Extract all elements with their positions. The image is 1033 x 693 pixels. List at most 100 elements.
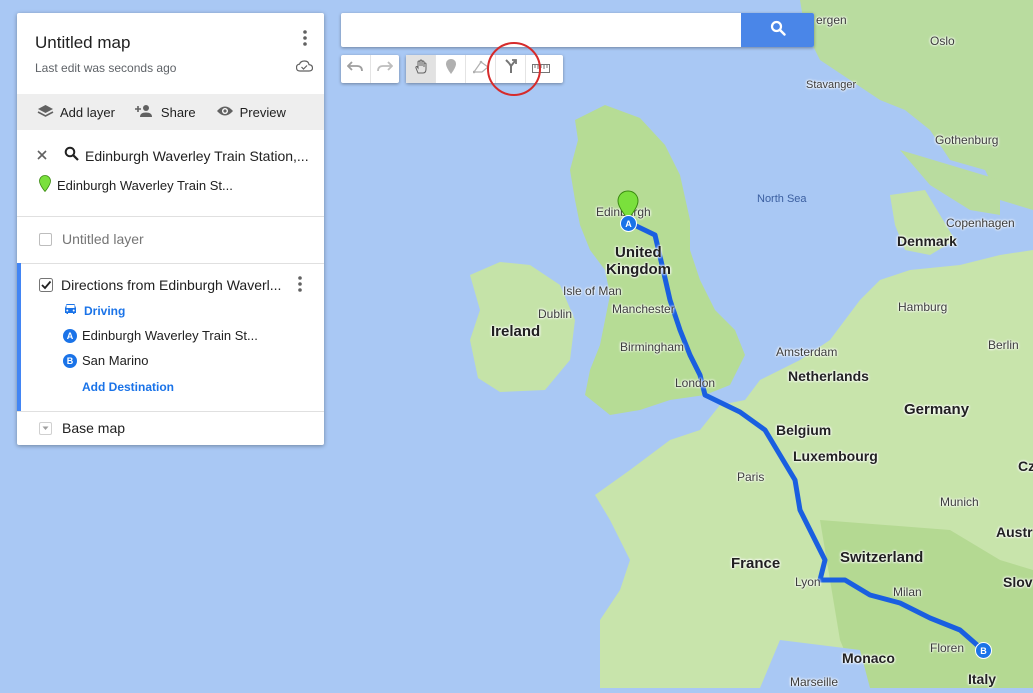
map-label-gothenburg: Gothenburg [935, 133, 999, 147]
undo-icon [346, 60, 364, 78]
map-label-birmingham: Birmingham [620, 340, 685, 354]
map-label-kingdom: Kingdom [606, 261, 671, 278]
preview-label: Preview [239, 104, 286, 120]
map-panel: Untitled map Last edit was seconds ago A… [17, 13, 324, 445]
map-tools-toolbar [406, 55, 563, 83]
draw-line-icon [472, 60, 489, 79]
route-stop-b[interactable]: B San Marino [63, 353, 148, 368]
layer-untitled-label: Untitled layer [62, 231, 144, 247]
search-result-header: Edinburgh Waverley Train Station,... [37, 146, 317, 166]
stop-a-icon: A [63, 328, 77, 343]
stop-a-label: Edinburgh Waverley Train St... [82, 328, 258, 343]
map-label-munich: Munich [940, 495, 979, 509]
route-marker-a[interactable]: A [620, 215, 637, 232]
add-layer-button[interactable]: Add layer [37, 104, 115, 121]
layer-untitled-checkbox[interactable] [39, 232, 52, 246]
map-label-oslo: Oslo [930, 34, 955, 48]
map-label-belgium: Belgium [776, 422, 832, 438]
directions-icon [504, 59, 518, 79]
search-query-icon [64, 146, 79, 166]
base-map-label: Base map [62, 420, 126, 436]
map-label-denmark: Denmark [897, 233, 957, 249]
map-label-berlin: Berlin [988, 338, 1019, 352]
car-icon [63, 303, 78, 318]
preview-button[interactable]: Preview [216, 105, 286, 120]
hand-icon [413, 58, 429, 80]
map-label-florence: Floren [930, 641, 965, 655]
map-title[interactable]: Untitled map [35, 33, 130, 53]
map-label-milan: Milan [893, 585, 922, 599]
layer-untitled[interactable]: Untitled layer [39, 231, 144, 247]
map-label-austria: Austr [996, 524, 1033, 540]
marker-icon [445, 59, 456, 79]
map-label-italy: Italy [968, 671, 997, 687]
travel-mode-driving[interactable]: Driving [63, 303, 125, 318]
map-label-czech: Cz [1018, 458, 1033, 474]
ruler-icon [531, 60, 550, 78]
layer-directions-label: Directions from Edinburgh Waverl... [61, 277, 282, 293]
map-label-lyon: Lyon [795, 575, 821, 589]
more-vert-icon [303, 29, 307, 51]
layer-directions-checkbox[interactable] [39, 278, 53, 292]
map-label-marseille: Marseille [790, 675, 839, 689]
map-label-slovenia: Slov [1003, 574, 1033, 590]
map-label-isle-of-man: Isle of Man [563, 284, 622, 298]
eye-icon [216, 105, 234, 120]
map-label-manchester: Manchester [612, 302, 675, 316]
search-query-text: Edinburgh Waverley Train Station,... [85, 148, 309, 164]
close-icon[interactable] [37, 147, 47, 165]
map-label-north-sea: North Sea [757, 193, 807, 205]
travel-mode-label: Driving [84, 303, 126, 318]
base-map-toggle[interactable]: Base map [39, 420, 125, 436]
layer-directions[interactable]: Directions from Edinburgh Waverl... [39, 277, 314, 293]
map-label-paris: Paris [737, 470, 765, 484]
divider [17, 411, 324, 412]
active-layer-indicator [17, 263, 21, 411]
map-label-luxembourg: Luxembourg [793, 448, 878, 464]
map-label-ireland: Ireland [491, 323, 541, 340]
add-directions-button[interactable] [496, 55, 526, 83]
map-label-monaco: Monaco [842, 650, 895, 666]
redo-button[interactable] [371, 55, 400, 83]
search-result-item[interactable]: Edinburgh Waverley Train St... [39, 175, 233, 195]
divider [17, 263, 324, 264]
map-label-france: France [731, 555, 781, 572]
share-button[interactable]: Share [134, 104, 196, 121]
map-label-copenhagen: Copenhagen [946, 216, 1015, 230]
history-toolbar [341, 55, 399, 83]
map-label-dublin: Dublin [538, 307, 573, 321]
add-marker-button[interactable] [436, 55, 466, 83]
map-label-germany: Germany [904, 401, 970, 418]
route-stop-a[interactable]: A Edinburgh Waverley Train St... [63, 328, 258, 343]
add-destination-link[interactable]: Add Destination [82, 380, 174, 394]
share-label: Share [160, 104, 196, 120]
last-edit-status: Last edit was seconds ago [35, 61, 177, 75]
map-label-switzerland: Switzerland [840, 549, 924, 566]
route-marker-b[interactable]: B [975, 642, 992, 659]
marker-a-badge: A [620, 215, 637, 232]
layer-options-button[interactable] [290, 275, 310, 297]
search-icon [770, 20, 786, 41]
search-input[interactable] [341, 13, 751, 47]
map-label-london: London [675, 376, 716, 390]
draw-line-button[interactable] [466, 55, 496, 83]
layers-icon [37, 104, 54, 121]
green-pin-icon [39, 175, 51, 195]
person-add-icon [134, 104, 155, 121]
measure-button[interactable] [526, 55, 555, 83]
search-result-label: Edinburgh Waverley Train St... [57, 177, 233, 193]
map-label-bergen: ergen [816, 13, 847, 27]
marker-b-badge: B [975, 642, 992, 659]
select-items-button[interactable] [406, 55, 436, 83]
map-label-stavanger: Stavanger [806, 79, 857, 91]
undo-button[interactable] [341, 55, 371, 83]
map-options-button[interactable] [295, 29, 315, 51]
stop-b-icon: B [63, 353, 77, 368]
cloud-saved-icon [295, 59, 314, 77]
map-label-united: United [615, 244, 662, 261]
map-search-bar [341, 13, 814, 47]
chevron-down-icon [39, 421, 52, 435]
divider [17, 216, 324, 217]
search-button[interactable] [741, 13, 814, 47]
panel-action-bar: Add layer Share Preview [17, 94, 324, 130]
